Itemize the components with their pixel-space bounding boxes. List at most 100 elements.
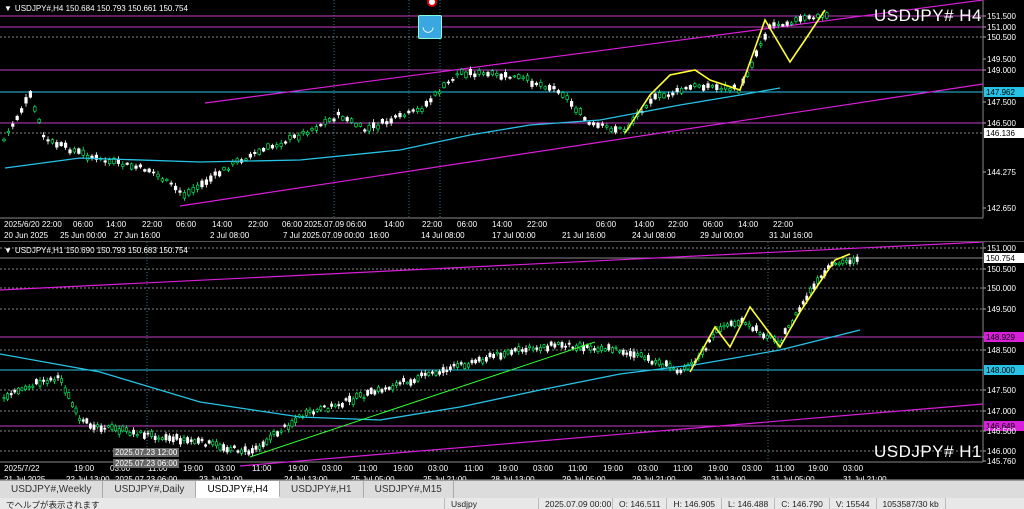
candle-body bbox=[174, 185, 178, 191]
candle-body bbox=[157, 437, 161, 440]
candle-body bbox=[150, 431, 154, 437]
status-bar: でヘルプが表示されます Usdjpy 2025.07.09 00:00 O: 1… bbox=[0, 498, 1024, 509]
candle-body bbox=[99, 425, 103, 432]
candle-body bbox=[380, 389, 384, 393]
candle-body bbox=[657, 92, 662, 99]
candle-body bbox=[578, 342, 582, 350]
candle-body bbox=[37, 119, 41, 123]
candle-body bbox=[565, 95, 569, 100]
candle-body bbox=[492, 353, 496, 359]
candle-body bbox=[684, 87, 688, 90]
candle-body bbox=[556, 341, 560, 345]
candle-body bbox=[807, 15, 811, 19]
candle-body bbox=[394, 382, 398, 386]
candle-body bbox=[524, 347, 528, 353]
candle-body bbox=[314, 126, 319, 131]
candle-body bbox=[750, 61, 754, 68]
tab-h1[interactable]: USDJPY#,H1 bbox=[280, 481, 364, 498]
candle-body bbox=[128, 432, 132, 436]
candle-body bbox=[2, 138, 6, 142]
candle-body bbox=[632, 351, 636, 358]
candle-body bbox=[275, 144, 279, 148]
candle-body bbox=[609, 127, 613, 132]
time-label: 21 Jul 16:00 bbox=[562, 231, 606, 240]
candle-body bbox=[481, 72, 486, 75]
candle-body bbox=[763, 33, 767, 40]
candle-body bbox=[315, 409, 319, 412]
candle-body bbox=[108, 159, 112, 164]
candle-body bbox=[15, 115, 19, 120]
candle-body bbox=[297, 134, 301, 141]
candle-body bbox=[737, 90, 741, 94]
candle-body bbox=[841, 259, 845, 264]
price-label: 146.136 bbox=[986, 129, 1015, 138]
tab-h4[interactable]: USDJPY#,H4 bbox=[196, 481, 281, 498]
candle-body bbox=[204, 179, 209, 185]
candle-body bbox=[424, 100, 429, 107]
candle-body bbox=[253, 152, 257, 154]
candle-body bbox=[837, 262, 841, 266]
price-label: 150.000 bbox=[987, 284, 1016, 293]
candle-body bbox=[41, 134, 46, 138]
price-label: 149.500 bbox=[987, 305, 1016, 314]
candle-body bbox=[340, 402, 344, 408]
candle-body bbox=[596, 347, 600, 353]
price-label: 142.650 bbox=[987, 204, 1016, 213]
candle-body bbox=[445, 369, 449, 373]
moving-average-line bbox=[4, 87, 781, 169]
candle-body bbox=[448, 366, 452, 370]
time-label: 25 Jun 00:00 bbox=[60, 231, 107, 240]
candle-body bbox=[402, 114, 407, 117]
time-label: 22:00 bbox=[527, 220, 548, 229]
candle-body bbox=[470, 360, 474, 364]
candle-body bbox=[701, 84, 706, 91]
price-label: 146.000 bbox=[987, 447, 1016, 456]
time-label: 14:00 bbox=[738, 220, 759, 229]
time-label: 2025.07.09 00:00 bbox=[302, 231, 365, 240]
tab-daily[interactable]: USDJPY#,Daily bbox=[103, 481, 197, 498]
chart-window-h1[interactable]: 151.000150.754150.500150.000149.500149.0… bbox=[0, 242, 1024, 480]
candle-body bbox=[89, 423, 92, 429]
candle-body bbox=[495, 351, 499, 355]
candle-body bbox=[517, 346, 521, 352]
candle-body bbox=[34, 379, 38, 385]
candle-body bbox=[600, 123, 604, 126]
candle-body bbox=[200, 438, 204, 442]
tab-weekly[interactable]: USDJPY#,Weekly bbox=[0, 481, 104, 498]
candle-body bbox=[33, 106, 37, 112]
candle-body bbox=[310, 128, 314, 131]
candle-body bbox=[349, 118, 354, 123]
candle-body bbox=[231, 161, 235, 165]
candle-body bbox=[147, 168, 151, 173]
candle-body bbox=[693, 83, 697, 87]
chart-window-h4[interactable]: 151.500 151.000 150.500 149.500 149.000 147.9… bbox=[0, 0, 1024, 242]
candle-body bbox=[556, 90, 560, 94]
candle-body bbox=[304, 409, 308, 416]
symbol-label-h4: USDJPY# H4 bbox=[874, 6, 982, 25]
tab-m15[interactable]: USDJPY#,M15 bbox=[364, 481, 454, 498]
price-label: 150.754 bbox=[986, 254, 1015, 263]
candle-body bbox=[438, 371, 442, 375]
candle-body bbox=[266, 143, 270, 150]
chart-canvas-h4[interactable]: 151.500 151.000150.500 149.500 149.000 147.9… bbox=[0, 0, 1024, 242]
candle-body bbox=[64, 142, 68, 148]
chart-canvas-h1[interactable]: 151.000150.754150.500150.000149.500149.0… bbox=[0, 242, 1024, 480]
candle-body bbox=[345, 117, 349, 122]
smile-button[interactable]: ◡ bbox=[418, 15, 442, 39]
candle-body bbox=[571, 346, 575, 349]
candle-body bbox=[488, 352, 492, 358]
candle-body bbox=[596, 122, 600, 128]
candle-body bbox=[423, 372, 427, 376]
time-label: 22:00 bbox=[773, 220, 794, 229]
candle-body bbox=[45, 380, 49, 384]
price-label: 151.000 bbox=[987, 244, 1016, 253]
candle-body bbox=[671, 92, 675, 96]
candle-body bbox=[789, 22, 794, 25]
time-label: 11:00 bbox=[358, 464, 378, 473]
candle-body bbox=[301, 131, 305, 134]
candle-body bbox=[661, 363, 665, 369]
candle-body bbox=[207, 440, 211, 444]
candle-body bbox=[553, 343, 557, 348]
candle-body bbox=[718, 326, 722, 332]
candle-body bbox=[446, 81, 451, 84]
